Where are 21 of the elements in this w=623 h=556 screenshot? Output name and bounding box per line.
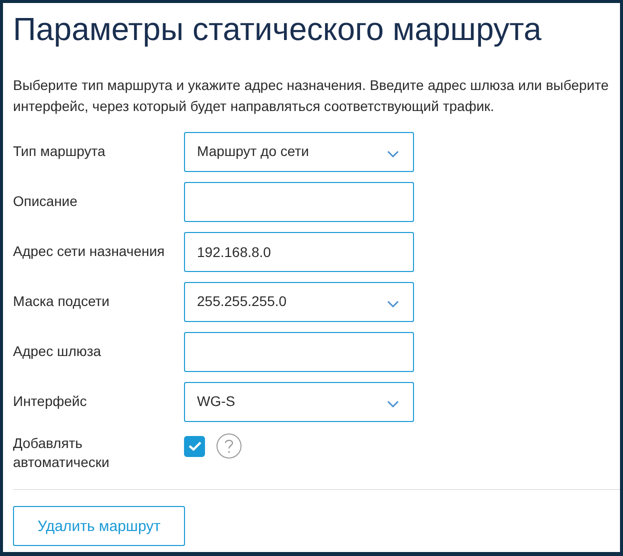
input-field[interactable] [184, 332, 414, 372]
description-text: Выберите тип маршрута и укажите адрес назначения. Введите адрес шлюза или выберите интерфейс, через который будет направляться соответствующий трафик. [13, 76, 610, 116]
check-icon [188, 441, 202, 451]
dropdown-field[interactable]: WG-S [184, 382, 414, 422]
input-field[interactable]: 192.168.8.0 [184, 232, 414, 272]
dropdown-field[interactable]: Маршрут до сети [184, 132, 414, 172]
chevron-down-icon [387, 150, 399, 158]
chevron-down-icon [387, 300, 399, 308]
field-label: Адрес шлюза [13, 342, 102, 361]
field-label: Маска подсети [13, 292, 110, 311]
field-label: Описание [13, 192, 78, 211]
chevron-down-icon [387, 400, 399, 408]
field-label: Тип маршрута [13, 142, 106, 161]
input-field[interactable] [184, 182, 414, 222]
page-title: Параметры статического маршрута [13, 10, 542, 49]
checkbox[interactable] [184, 436, 205, 456]
field-label: Добавлять автоматически [13, 434, 110, 472]
dropdown-field[interactable]: 255.255.255.0 [184, 282, 414, 322]
field-label: Адрес сети назначения [13, 242, 166, 261]
help-icon[interactable] [216, 433, 242, 459]
field-label: Интерфейс [13, 392, 88, 411]
